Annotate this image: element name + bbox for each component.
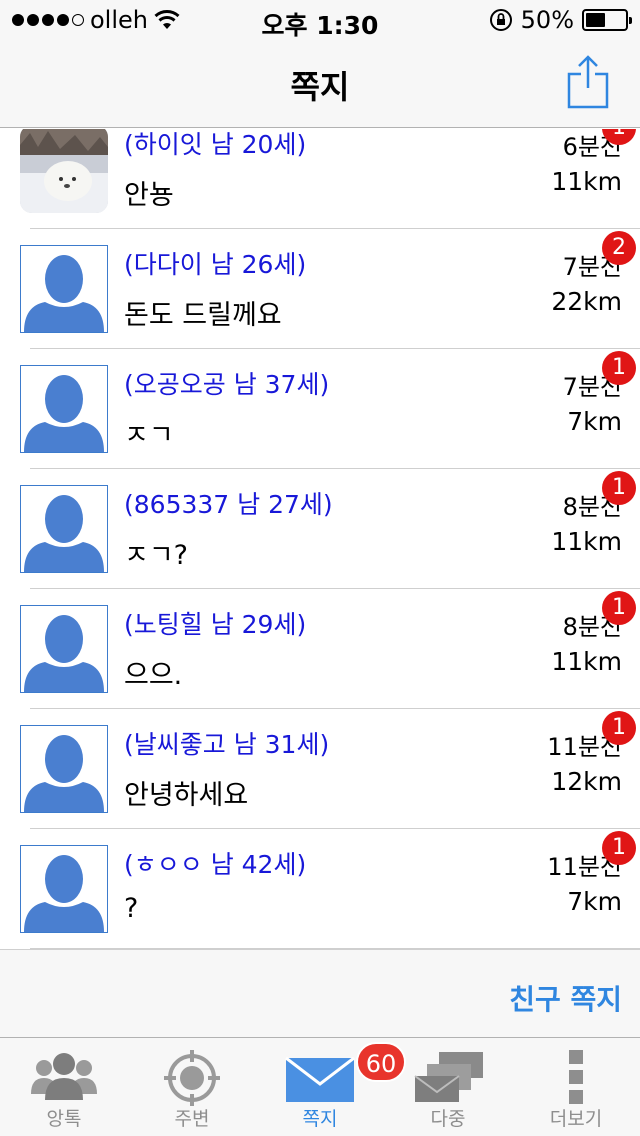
sender-distance: 12km <box>551 767 622 796</box>
messages-count-badge: 60 <box>356 1042 406 1082</box>
sender-distance: 7km <box>567 887 622 916</box>
avatar[interactable] <box>20 365 108 453</box>
message-preview: ㅈㄱ <box>124 420 174 451</box>
unread-badge: 1 <box>602 711 636 745</box>
friend-messages-button[interactable]: 친구 쪽지 <box>509 978 622 1018</box>
people-icon <box>31 1053 97 1100</box>
tab-label: 다중 <box>430 1108 466 1130</box>
message-row[interactable]: (865337 남 27세) ㅈㄱ? 8분전 11km 1 <box>0 469 640 589</box>
sender-nickname: (날씨좋고 남 31세) <box>124 730 330 759</box>
battery-icon <box>582 9 632 31</box>
avatar[interactable] <box>20 245 108 333</box>
unread-badge: 1 <box>602 831 636 865</box>
envelope-icon <box>285 1056 355 1102</box>
battery-status: 50% <box>489 6 632 34</box>
message-preview: 돈도 드릴께요 <box>124 300 282 331</box>
tab-yangtok[interactable]: 앙톡 <box>0 1038 128 1136</box>
message-row[interactable]: (ㅎㅇㅇ 남 42세)? 11분전 7km 1 <box>0 829 640 949</box>
rotation-lock-icon <box>489 9 512 31</box>
unread-badge: 1 <box>602 351 636 385</box>
target-icon <box>164 1050 220 1106</box>
sender-nickname: (오공오공 남 37세) <box>124 370 330 399</box>
battery-percent: 50% <box>520 6 574 34</box>
sender-nickname: (다다이 남 26세) <box>124 250 307 279</box>
avatar[interactable] <box>20 725 108 813</box>
tab-label: 더보기 <box>549 1108 603 1130</box>
tab-label: 앙톡 <box>46 1108 82 1130</box>
sender-distance: 11km <box>551 527 622 556</box>
avatar[interactable] <box>20 129 108 213</box>
message-preview: 안뇽 <box>124 180 174 211</box>
message-preview: 으으. <box>124 660 183 691</box>
unread-badge: 2 <box>602 231 636 265</box>
message-row[interactable]: (하이잇 남 20세)안뇽6분전11km1 <box>0 129 640 229</box>
unread-badge: 1 <box>602 591 636 625</box>
message-row[interactable]: (날씨좋고 남 31세) 안녕하세요 11분전 12km 1 <box>0 709 640 829</box>
avatar[interactable] <box>20 485 108 573</box>
sender-distance: 11km <box>551 647 622 676</box>
avatar[interactable] <box>20 845 108 933</box>
navigation-bar: 쪽지 <box>0 40 640 128</box>
message-preview: ㅈㄱ? <box>124 540 189 571</box>
tab-label: 주변 <box>174 1108 210 1130</box>
tab-nearby[interactable]: 주변 <box>128 1038 256 1136</box>
message-list[interactable]: (하이잇 남 20세)안뇽6분전11km1(다다이 남 26세)돈도 드릴께요7… <box>0 129 640 949</box>
tab-label: 쪽지 <box>302 1108 338 1130</box>
page-title: 쪽지 <box>290 68 350 106</box>
message-row[interactable]: (다다이 남 26세) 돈도 드릴께요 7분전 22km 2 <box>0 229 640 349</box>
share-icon[interactable] <box>566 54 610 110</box>
friend-messages-bar: 친구 쪽지 <box>0 949 640 1037</box>
message-row[interactable]: (오공오공 남 37세) ㅈㄱ 7분전 7km 1 <box>0 349 640 469</box>
message-preview: 안녕하세요 <box>124 780 249 811</box>
sender-nickname: (865337 남 27세) <box>124 490 333 519</box>
message-preview: ? <box>124 893 139 924</box>
sender-distance: 11km <box>551 167 622 196</box>
sender-nickname: (하이잇 남 20세) <box>124 130 307 159</box>
sender-nickname: (ㅎㅇㅇ 남 42세) <box>124 850 307 879</box>
multi-envelope-icon <box>414 1052 483 1102</box>
tab-more[interactable]: 더보기 <box>512 1038 640 1136</box>
unread-badge: 1 <box>602 471 636 505</box>
more-icon <box>569 1050 583 1104</box>
sender-nickname: (노팅힐 남 29세) <box>124 610 307 639</box>
sender-distance: 7km <box>567 407 622 436</box>
message-row[interactable]: (노팅힐 남 29세) 으으. 8분전 11km 1 <box>0 589 640 709</box>
avatar[interactable] <box>20 605 108 693</box>
status-bar: olleh 오후 1:30 50% <box>0 0 640 40</box>
sender-distance: 22km <box>551 287 622 316</box>
tab-bar: 앙톡 주변 쪽지 다중 더보기 60 <box>0 1037 640 1136</box>
